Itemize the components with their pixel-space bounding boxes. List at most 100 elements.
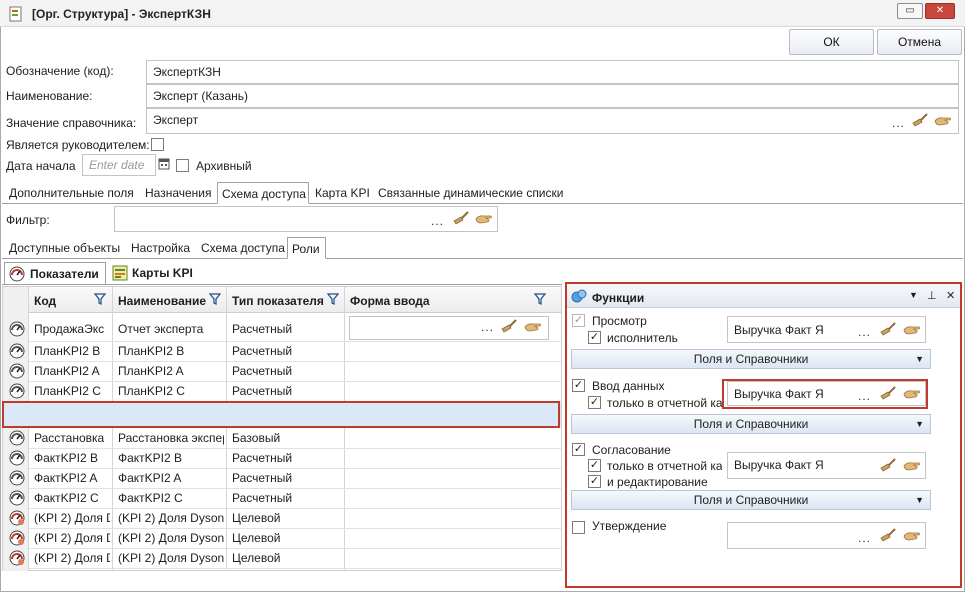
clear-broom-icon[interactable] — [911, 113, 929, 127]
table-row[interactable]: ФактKPI2 B ФактKPI2 B Расчетный — [3, 448, 561, 468]
clear-broom-icon[interactable] — [500, 319, 518, 333]
col-form-header[interactable]: Форма ввода — [346, 291, 430, 311]
confirmation-checkbox[interactable] — [572, 521, 585, 534]
manager-checkbox[interactable] — [151, 138, 164, 151]
approval-checkbox[interactable]: ✓ — [572, 443, 585, 456]
data-entry-checkbox[interactable]: ✓ — [572, 379, 585, 392]
dots-button[interactable]: ... — [858, 531, 871, 545]
kpi-card-icon — [112, 265, 128, 281]
clear-broom-icon[interactable] — [879, 386, 897, 400]
main-tabs: Дополнительные поля Назначения Схема дос… — [0, 182, 965, 204]
indicator-gauge-icon — [9, 470, 25, 486]
table-row[interactable]: ПланKPI2 B ПланKPI2 B Расчетный — [3, 341, 561, 361]
panel-menu-icon[interactable]: ▼ — [909, 290, 918, 300]
panel-close-icon[interactable]: ✕ — [946, 289, 955, 302]
ref-label: Значение справочника: — [6, 116, 137, 130]
fields-refs-button[interactable]: Поля и Справочники ▼ — [571, 349, 931, 369]
selected-row-highlight — [2, 401, 560, 428]
tab-available-objects[interactable]: Доступные объекты — [5, 237, 124, 259]
tab-access-scheme-sub[interactable]: Схема доступа — [197, 237, 289, 259]
table-row[interactable]: Расстановка Расстановка экспер Базовый — [3, 428, 561, 448]
table-row[interactable]: ПланKPI2 C ПланKPI2 C Расчетный — [3, 381, 561, 401]
dots-button[interactable]: ... — [858, 389, 871, 403]
input-form-field[interactable] — [349, 316, 549, 340]
code-input[interactable]: ЭкспертКЗН — [146, 60, 959, 84]
fields-refs-button[interactable]: Поля и Справочники ▼ — [571, 414, 931, 434]
pin-icon[interactable]: ⊥ — [927, 289, 937, 302]
restore-button[interactable]: ▭ — [897, 3, 923, 19]
name-input[interactable]: Эксперт (Казань) — [146, 84, 959, 108]
col-code-header[interactable]: Код — [30, 291, 56, 311]
app-icon — [9, 6, 22, 22]
clear-broom-icon[interactable] — [452, 211, 470, 225]
restore-icon: ▭ — [905, 5, 915, 16]
ref-dots-button[interactable]: ... — [892, 116, 905, 130]
fields-refs-button[interactable]: Поля и Справочники ▼ — [571, 490, 931, 510]
col-name-header[interactable]: Наименование — [114, 291, 206, 311]
select-hand-icon[interactable] — [903, 324, 921, 336]
tab-settings[interactable]: Настройка — [127, 237, 194, 259]
executor-label: исполнитель — [607, 331, 678, 345]
row-divider — [29, 568, 561, 569]
cancel-button[interactable]: Отмена — [877, 29, 962, 55]
cell-name: ПланKPI2 A — [118, 364, 184, 378]
filter-dots-button[interactable]: ... — [431, 214, 444, 228]
filter-icon[interactable] — [534, 293, 546, 305]
manager-label: Является руководителем: — [6, 138, 150, 152]
calendar-icon[interactable] — [158, 157, 170, 171]
report-only-checkbox[interactable]: ✓ — [588, 396, 601, 409]
clear-broom-icon[interactable] — [879, 528, 897, 542]
clear-broom-icon[interactable] — [879, 322, 897, 336]
ref-input[interactable]: Эксперт — [146, 108, 959, 134]
filter-icon[interactable] — [94, 293, 106, 305]
and-edit-checkbox[interactable]: ✓ — [588, 475, 601, 488]
tab-indicators-label: Показатели — [30, 267, 99, 281]
filter-label: Фильтр: — [6, 213, 50, 227]
table-row[interactable]: ПланKPI2 A ПланKPI2 A Расчетный — [3, 361, 561, 381]
ok-button[interactable]: ОК — [789, 29, 874, 55]
tab-additional-fields[interactable]: Дополнительные поля — [5, 182, 138, 204]
select-hand-icon[interactable] — [903, 460, 921, 472]
select-hand-icon[interactable] — [903, 530, 921, 542]
tab-linked-lists[interactable]: Связанные динамические списки — [374, 182, 567, 204]
tab-kpi-map[interactable]: Карта KPI — [311, 182, 374, 204]
view-checkbox[interactable]: ✓ — [572, 314, 585, 327]
tab-access-scheme[interactable]: Схема доступа — [217, 182, 309, 204]
filter-icon[interactable] — [327, 293, 339, 305]
col-type-header[interactable]: Тип показателя — [228, 291, 324, 311]
indicator-gauge-icon — [9, 550, 25, 566]
executor-checkbox[interactable]: ✓ — [588, 331, 601, 344]
cell-code: (KPI 2) Доля D — [34, 531, 110, 545]
functions-title: Функции — [592, 291, 645, 305]
tab-assignments[interactable]: Назначения — [141, 182, 216, 204]
table-row[interactable]: ФактKPI2 A ФактKPI2 A Расчетный — [3, 468, 561, 488]
table-row[interactable]: (KPI 2) Доля D (KPI 2) Доля Dyson н Целево… — [3, 508, 561, 528]
clear-broom-icon[interactable] — [879, 458, 897, 472]
cell-name: ФактKPI2 C — [118, 491, 183, 505]
date-input[interactable]: Enter date — [82, 154, 156, 176]
tab-roles[interactable]: Роли — [287, 237, 326, 259]
tab-indicators[interactable]: Показатели — [4, 262, 106, 284]
select-hand-icon[interactable] — [524, 321, 542, 333]
fields-refs-label: Поля и Справочники — [693, 417, 809, 431]
indicator-gauge-icon — [9, 490, 25, 506]
table-row[interactable]: (KPI 2) Доля D (KPI 2) Доля Dyson н Целево… — [3, 528, 561, 548]
report-only2-checkbox[interactable]: ✓ — [588, 459, 601, 472]
archived-checkbox[interactable] — [176, 159, 189, 172]
dots-button[interactable]: ... — [858, 325, 871, 339]
filter-icon[interactable] — [209, 293, 221, 305]
table-row[interactable]: ФактKPI2 C ФактKPI2 C Расчетный — [3, 488, 561, 508]
close-button[interactable]: ✕ — [925, 3, 955, 19]
table-row[interactable]: ПродажаЭкс Отчет эксперта Расчетный... — [3, 316, 561, 341]
select-hand-icon[interactable] — [934, 115, 952, 127]
tab-kpi-cards[interactable]: Карты KPI — [110, 262, 200, 284]
cell-type: Расчетный — [232, 322, 293, 336]
cell-code: ФактKPI2 B — [34, 451, 99, 465]
cell-name: Расстановка экспер — [118, 431, 224, 445]
select-hand-icon[interactable] — [475, 213, 493, 225]
table-row[interactable]: (KPI 2) Доля D (KPI 2) Доля Dyson н Целево… — [3, 548, 561, 568]
cell-code: Расстановка — [34, 431, 105, 445]
cell-type: Целевой — [232, 511, 281, 525]
dots-button[interactable]: ... — [481, 320, 494, 334]
select-hand-icon[interactable] — [903, 388, 921, 400]
